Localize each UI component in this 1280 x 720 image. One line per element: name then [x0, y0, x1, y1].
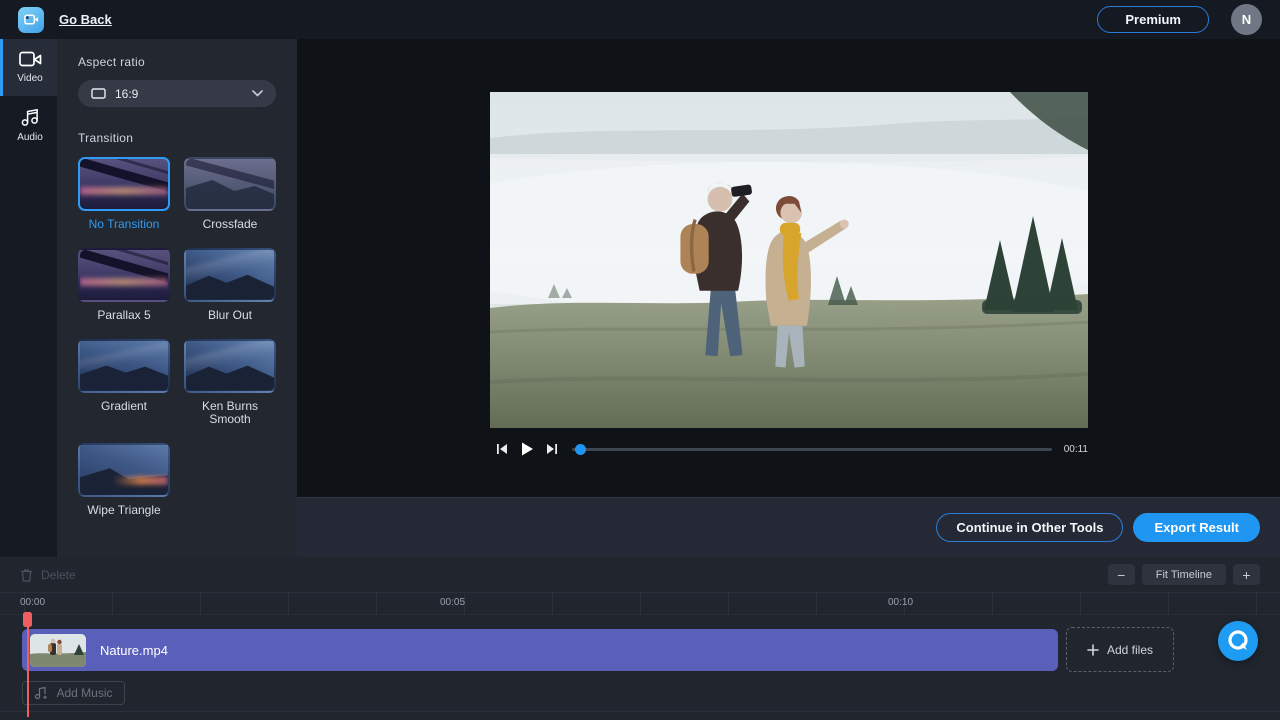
export-result-button[interactable]: Export Result [1133, 513, 1260, 542]
trash-icon [20, 568, 33, 582]
transition-thumbnail [78, 248, 170, 302]
ruler-tick-label: 00:05 [440, 597, 465, 608]
ruler-tick-label: 00:00 [20, 597, 45, 608]
transition-option-no-transition[interactable]: No Transition [78, 157, 170, 232]
chat-bubble-icon [1226, 629, 1250, 653]
seek-track [572, 448, 1052, 451]
timeline-zoom-controls: − Fit Timeline + [1108, 564, 1260, 585]
transition-thumbnail [78, 443, 170, 497]
seek-slider[interactable] [572, 443, 1052, 455]
continue-other-tools-button[interactable]: Continue in Other Tools [936, 513, 1123, 542]
transition-thumbnail [78, 157, 170, 211]
timeline-ruler[interactable]: 00:00 00:05 00:10 [0, 593, 1280, 615]
video-camera-logo-icon [24, 12, 39, 27]
play-icon [519, 441, 535, 457]
tab-audio-label: Audio [17, 132, 43, 143]
zoom-out-button[interactable]: − [1108, 564, 1135, 585]
aspect-ratio-label: Aspect ratio [78, 55, 276, 69]
add-music-label: Add Music [56, 686, 112, 700]
skip-forward-icon [545, 442, 559, 456]
clip-thumbnail [30, 634, 86, 667]
delete-label: Delete [41, 568, 76, 582]
transition-option-crossfade[interactable]: Crossfade [184, 157, 276, 232]
timeline-tracks: Nature.mp4 Add files Add Music [0, 615, 1280, 719]
transition-label: Ken Burns Smooth [184, 400, 276, 428]
action-bar: Continue in Other Tools Export Result [297, 497, 1280, 557]
video-editor-app: Go Back Premium N Video Audio Aspect rat… [0, 0, 1280, 720]
duration-label: 00:11 [1064, 444, 1088, 455]
fit-timeline-button[interactable]: Fit Timeline [1142, 564, 1226, 585]
video-clip-nature[interactable]: Nature.mp4 [22, 629, 1058, 671]
add-music-button[interactable]: Add Music [22, 681, 125, 705]
video-camera-icon [19, 51, 42, 68]
play-button[interactable] [514, 441, 540, 457]
aspect-ratio-value: 16:9 [115, 87, 138, 101]
transition-option-parallax-5[interactable]: Parallax 5 [78, 248, 170, 323]
tab-video-label: Video [17, 73, 42, 84]
chat-support-button[interactable] [1218, 621, 1258, 661]
clip-name-label: Nature.mp4 [100, 643, 168, 658]
transition-label: Parallax 5 [97, 309, 150, 323]
premium-button[interactable]: Premium [1097, 6, 1209, 33]
user-avatar[interactable]: N [1231, 4, 1262, 35]
transition-option-gradient[interactable]: Gradient [78, 339, 170, 428]
transition-thumbnail [184, 157, 276, 211]
transition-option-blur-out[interactable]: Blur Out [184, 248, 276, 323]
timeline-bottom-divider [0, 711, 1280, 712]
playhead-line [27, 617, 29, 717]
transition-label: Gradient [101, 400, 147, 414]
preview-stage: 00:11 [297, 39, 1280, 497]
skip-back-button[interactable] [490, 442, 514, 456]
transition-thumbnail [78, 339, 170, 393]
transition-label: No Transition [89, 218, 160, 232]
music-note-plus-icon [34, 686, 48, 700]
settings-panel: Aspect ratio 16:9 Transition No Transiti… [57, 39, 297, 557]
tab-video[interactable]: Video [0, 39, 57, 96]
transition-label: Crossfade [203, 218, 258, 232]
skip-forward-button[interactable] [540, 442, 564, 456]
add-files-label: Add files [1107, 643, 1153, 657]
seek-handle[interactable] [575, 444, 586, 455]
transition-option-wipe-triangle[interactable]: Wipe Triangle [78, 443, 170, 518]
chevron-down-icon [252, 90, 263, 97]
delete-button[interactable]: Delete [20, 568, 76, 582]
app-logo[interactable] [18, 7, 44, 33]
add-files-button[interactable]: Add files [1066, 627, 1174, 672]
timeline-toolbar: Delete − Fit Timeline + [0, 557, 1280, 593]
transition-section-label: Transition [78, 131, 276, 145]
video-preview[interactable] [490, 92, 1088, 428]
transition-thumbnail [184, 248, 276, 302]
transition-label: Wipe Triangle [87, 504, 160, 518]
tool-rail: Video Audio [0, 39, 57, 557]
topbar-right: Premium N [1097, 4, 1262, 35]
transition-label: Blur Out [208, 309, 252, 323]
music-notes-icon [20, 107, 40, 127]
transition-option-ken-burns-smooth[interactable]: Ken Burns Smooth [184, 339, 276, 428]
go-back-link[interactable]: Go Back [59, 12, 112, 27]
video-frame-scene [490, 92, 1088, 428]
aspect-ratio-dropdown[interactable]: 16:9 [78, 80, 276, 107]
transition-grid: No Transition Crossfade Parallax 5 Blur … [78, 157, 276, 518]
top-bar: Go Back Premium N [0, 0, 1280, 39]
skip-back-icon [495, 442, 509, 456]
ruler-tick-label: 00:10 [888, 597, 913, 608]
aspect-rect-icon [91, 88, 106, 99]
tab-audio[interactable]: Audio [0, 96, 57, 153]
playhead-handle[interactable] [23, 612, 32, 627]
timeline-panel: Delete − Fit Timeline + 00:00 00:05 00:1… [0, 557, 1280, 720]
plus-icon [1087, 644, 1099, 656]
player-controls: 00:11 [490, 438, 1088, 460]
transition-thumbnail [184, 339, 276, 393]
zoom-in-button[interactable]: + [1233, 564, 1260, 585]
